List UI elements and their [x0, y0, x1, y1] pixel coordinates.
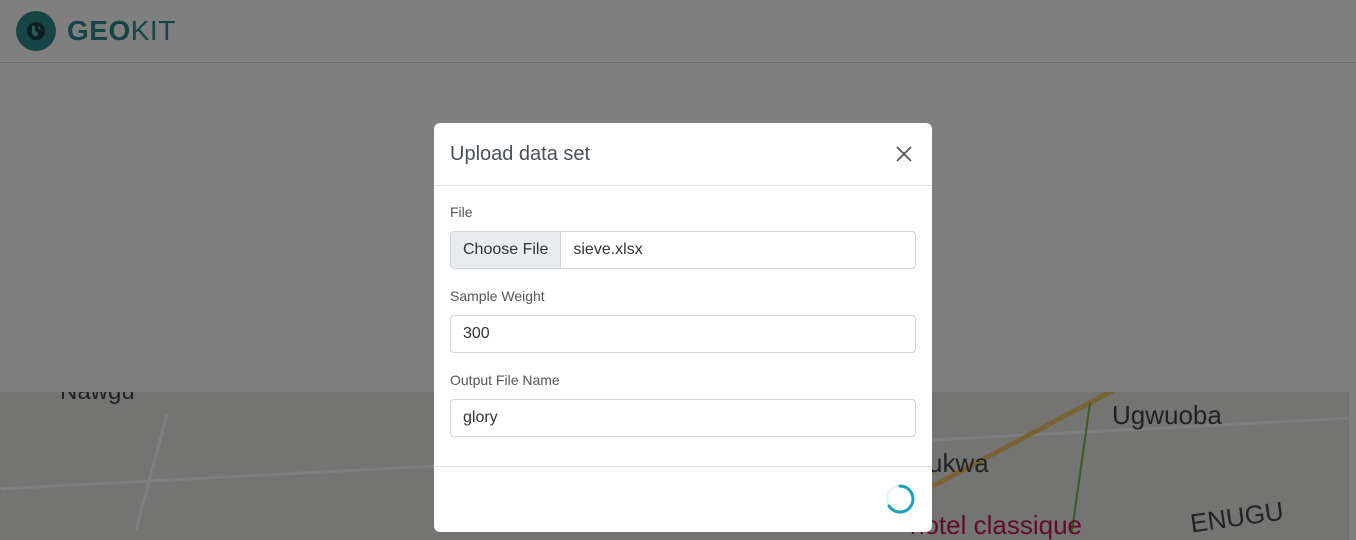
page: GEOKIT Nawgu Ugwuoba kukwa hotel classiq…: [0, 0, 1356, 540]
sample-weight-label: Sample Weight: [450, 288, 545, 304]
modal-footer: [434, 467, 932, 531]
choose-file-button[interactable]: Choose File: [451, 232, 562, 268]
close-icon: [896, 146, 912, 162]
output-file-name-input[interactable]: glory: [450, 399, 916, 437]
modal-header: Upload data set: [434, 123, 932, 186]
modal-body: File Choose File sieve.xlsx Sample Weigh…: [434, 186, 932, 467]
modal-title: Upload data set: [450, 142, 591, 165]
upload-dataset-modal: Upload data set File Choose File sieve.x…: [434, 123, 932, 532]
sample-weight-input[interactable]: 300: [450, 315, 916, 353]
loading-spinner-icon: [885, 484, 915, 514]
output-file-name-label: Output File Name: [450, 372, 560, 388]
file-name-display: sieve.xlsx: [573, 241, 643, 258]
close-button[interactable]: [892, 142, 916, 166]
file-label: File: [450, 204, 473, 220]
file-input[interactable]: Choose File sieve.xlsx: [450, 231, 916, 269]
